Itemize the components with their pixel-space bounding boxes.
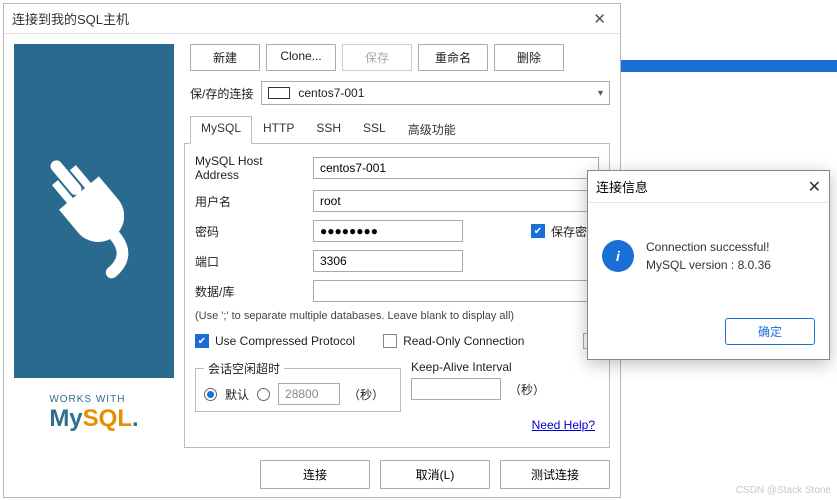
test-connection-button[interactable]: 测试连接 xyxy=(500,460,610,489)
mysql-logo: MySQL. xyxy=(49,406,138,432)
mysql-logo-box: WORKS WITH MySQL. xyxy=(14,378,174,448)
need-help-link[interactable]: Need Help? xyxy=(532,418,595,432)
compress-label: Use Compressed Protocol xyxy=(215,334,355,348)
close-icon[interactable]: ✕ xyxy=(587,10,612,28)
readonly-checkbox[interactable] xyxy=(383,334,397,348)
clone-button[interactable]: Clone... xyxy=(266,44,336,71)
popup-title: 连接信息 xyxy=(596,177,648,196)
timeout-unit: （秒） xyxy=(348,386,384,403)
database-input[interactable] xyxy=(313,280,599,302)
port-label: 端口 xyxy=(195,253,307,270)
host-label: MySQL Host Address xyxy=(195,154,307,182)
saved-connection-select[interactable]: centos7-001 ▾ xyxy=(261,81,610,105)
saved-connection-value: centos7-001 xyxy=(298,86,364,100)
timeout-custom-radio[interactable] xyxy=(257,388,270,401)
password-label: 密码 xyxy=(195,223,307,240)
keepalive-input[interactable] xyxy=(411,378,501,400)
port-input[interactable] xyxy=(313,250,463,272)
keepalive-label: Keep-Alive Interval xyxy=(411,360,599,374)
delete-button[interactable]: 删除 xyxy=(494,44,564,71)
tab-http[interactable]: HTTP xyxy=(252,116,305,144)
popup-close-icon[interactable]: ✕ xyxy=(808,177,821,197)
tab-advanced[interactable]: 高级功能 xyxy=(397,116,467,144)
user-label: 用户名 xyxy=(195,193,307,210)
timeout-default-label: 默认 xyxy=(225,386,249,403)
color-chip xyxy=(268,87,290,99)
timeout-default-radio[interactable] xyxy=(204,388,217,401)
connection-info-dialog: 连接信息 ✕ i Connection successful! MySQL ve… xyxy=(587,170,830,360)
plug-illustration xyxy=(14,44,174,378)
database-hint: (Use ';' to separate multiple databases.… xyxy=(195,310,599,322)
connection-dialog: 连接到我的SQL主机 ✕ WORKS WITH xyxy=(3,3,621,498)
database-label: 数据/库 xyxy=(195,283,307,300)
readonly-label: Read-Only Connection xyxy=(403,334,524,348)
session-timeout-group: 会话空闲超时 默认 （秒） xyxy=(195,360,401,412)
popup-message-1: Connection successful! xyxy=(646,238,771,256)
session-timeout-legend: 会话空闲超时 xyxy=(204,360,284,377)
saved-connection-label: 保/存的连接 xyxy=(190,85,253,102)
tab-ssh[interactable]: SSH xyxy=(305,116,352,144)
timeout-value-input xyxy=(278,383,340,405)
save-password-checkbox[interactable]: ✔ xyxy=(531,224,545,238)
save-button: 保存 xyxy=(342,44,412,71)
window-title: 连接到我的SQL主机 xyxy=(12,9,129,28)
info-icon: i xyxy=(602,240,634,272)
tab-ssl[interactable]: SSL xyxy=(352,116,397,144)
connect-button[interactable]: 连接 xyxy=(260,460,370,489)
tab-mysql[interactable]: MySQL xyxy=(190,116,252,144)
popup-ok-button[interactable]: 确定 xyxy=(725,318,815,345)
keepalive-unit: （秒） xyxy=(509,381,545,398)
chevron-down-icon: ▾ xyxy=(598,88,603,99)
password-input[interactable] xyxy=(313,220,463,242)
host-input[interactable] xyxy=(313,157,599,179)
config-pane: 新建 Clone... 保存 重命名 删除 保/存的连接 centos7-001… xyxy=(184,44,610,448)
plug-icon xyxy=(14,119,174,302)
works-with-text: WORKS WITH xyxy=(49,394,138,405)
user-input[interactable] xyxy=(313,190,599,212)
new-button[interactable]: 新建 xyxy=(190,44,260,71)
cancel-button[interactable]: 取消(L) xyxy=(380,460,490,489)
header-banner xyxy=(621,60,837,72)
compress-checkbox[interactable]: ✔ xyxy=(195,334,209,348)
sidebar-graphic: WORKS WITH MySQL. xyxy=(14,44,174,448)
rename-button[interactable]: 重命名 xyxy=(418,44,488,71)
title-bar: 连接到我的SQL主机 ✕ xyxy=(4,4,620,34)
popup-message-2: MySQL version : 8.0.36 xyxy=(646,256,771,274)
watermark: CSDN @Stack Stone xyxy=(736,485,831,496)
